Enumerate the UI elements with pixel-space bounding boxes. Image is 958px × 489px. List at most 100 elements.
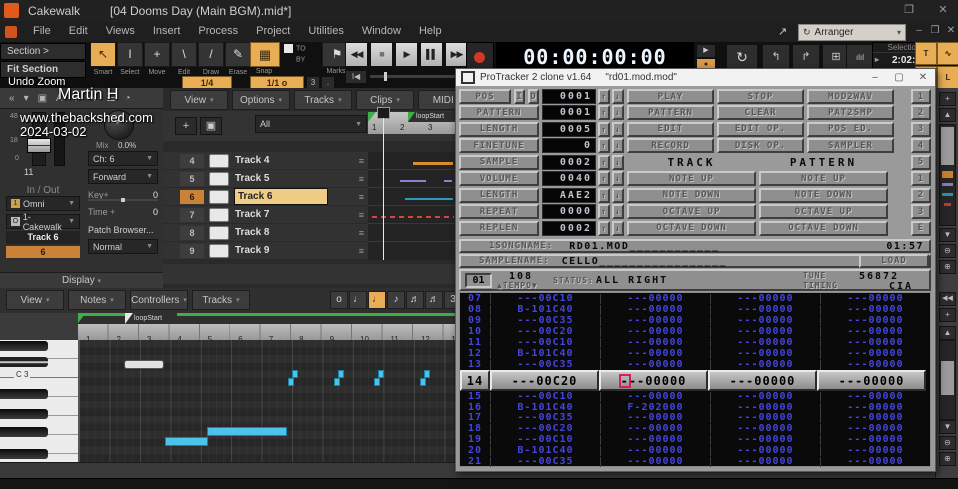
pattern-cell[interactable]: B-101C40 bbox=[490, 349, 600, 359]
pattern-cell[interactable]: ---00000 bbox=[820, 338, 930, 348]
pattern-row[interactable]: 17---00C35---00000---00000---00000 bbox=[460, 413, 930, 424]
zoom-in-icon[interactable]: ⊕ bbox=[939, 452, 956, 466]
pattern-row[interactable]: 21---00C35---00000---00000---00000 bbox=[460, 457, 930, 468]
pattern-cell[interactable]: ---00C35 bbox=[490, 413, 600, 423]
menu-process[interactable]: Process bbox=[189, 22, 247, 42]
pattern-row[interactable]: 16B-101C40F-202000---00000---00000 bbox=[460, 402, 930, 413]
zoom-out-icon[interactable]: ⊖ bbox=[939, 244, 956, 258]
whole-note-button[interactable]: o bbox=[330, 291, 348, 309]
tool-draw[interactable]: /Draw bbox=[198, 42, 224, 76]
zoom-in-icon[interactable]: ⊕ bbox=[939, 260, 956, 274]
pattern-cell[interactable]: ---00000 bbox=[820, 305, 930, 315]
pt-down-arrow-button[interactable]: ↓ bbox=[612, 105, 624, 120]
close-icon[interactable]: ✕ bbox=[930, 2, 956, 19]
scroll-thumb[interactable] bbox=[941, 127, 954, 165]
pt-mod2wav-button[interactable]: MOD2WAV bbox=[807, 89, 894, 104]
pt-key-5-button[interactable]: 5 bbox=[911, 155, 931, 170]
clip-segment[interactable] bbox=[405, 198, 453, 200]
snap-to-by-toggle[interactable]: TO BY bbox=[284, 44, 318, 64]
pt-pat2smp-button[interactable]: PAT2SMP bbox=[807, 105, 894, 120]
pt-up-arrow-button[interactable]: ↑ bbox=[598, 188, 610, 203]
eighth-note-button[interactable]: ♪ bbox=[387, 291, 405, 309]
pt-octave-up-button[interactable]: OCTAVE UP bbox=[759, 204, 888, 219]
pt-down-arrow-button[interactable]: ↓ bbox=[612, 138, 624, 153]
add-track-button[interactable]: + bbox=[175, 117, 197, 135]
track-name[interactable]: Track 4 bbox=[235, 155, 327, 166]
pattern-cell[interactable]: ---00000 bbox=[710, 403, 820, 413]
pattern-cell[interactable]: ---00000 bbox=[710, 392, 820, 402]
track-row[interactable]: 7Track 7≡ bbox=[163, 206, 368, 223]
pt-key-1-button[interactable]: 1 bbox=[911, 171, 931, 186]
pattern-cell[interactable]: ---00000 bbox=[820, 413, 930, 423]
track-name[interactable]: Track 9 bbox=[235, 245, 327, 256]
quarter-note-button[interactable]: ♩ bbox=[368, 291, 386, 309]
pattern-row[interactable]: 08B-101C40---00000---00000---00000 bbox=[460, 305, 930, 316]
piano-black-key[interactable] bbox=[0, 427, 48, 437]
pt-up-arrow-button[interactable]: ↑ bbox=[598, 138, 610, 153]
pt-down-arrow-button[interactable]: ↓ bbox=[612, 188, 624, 203]
clip-segment[interactable] bbox=[444, 180, 452, 182]
punch-out-button[interactable]: ↱ bbox=[792, 44, 820, 71]
snap-by-box[interactable] bbox=[284, 55, 293, 64]
pt-d-button[interactable]: D bbox=[528, 89, 539, 104]
direction-dropdown[interactable]: Forward▼ bbox=[88, 169, 158, 184]
pt-key-e-button[interactable]: E bbox=[911, 221, 931, 236]
chevron-down-icon[interactable]: ▾ bbox=[24, 93, 29, 104]
pattern-cell[interactable]: ---00000 bbox=[710, 338, 820, 348]
pattern-cell[interactable]: ---00C10 bbox=[490, 392, 600, 402]
track-scrollbar[interactable]: ▲ ◀ bbox=[163, 264, 455, 284]
pattern-cell[interactable]: B-101C40 bbox=[490, 305, 600, 315]
section-button[interactable]: Section > bbox=[0, 43, 86, 60]
load-button[interactable]: LOAD bbox=[859, 254, 929, 268]
channel-dropdown[interactable]: Ch: 6▼ bbox=[88, 151, 158, 166]
pattern-row[interactable]: 14---00C20---00000---00000---00000 bbox=[460, 370, 930, 391]
menu-window[interactable]: Window bbox=[353, 22, 410, 42]
track-navigator[interactable] bbox=[939, 124, 956, 226]
time-offset-row[interactable]: Time +0 bbox=[88, 207, 158, 217]
punch-in-button[interactable]: ↰ bbox=[762, 44, 790, 71]
add-button[interactable]: + bbox=[939, 92, 956, 106]
pattern-cell[interactable]: ---00000 bbox=[708, 370, 817, 391]
menu-help[interactable]: Help bbox=[410, 22, 451, 42]
pattern-cell[interactable]: ---00000 bbox=[817, 370, 926, 391]
pattern-cell[interactable]: ---00000 bbox=[710, 413, 820, 423]
pattern-cell[interactable]: ---00000 bbox=[600, 446, 710, 456]
protracker-titlebar[interactable]: ProTracker 2 clone v1.64 "rd01.mod.mod" … bbox=[456, 69, 935, 87]
note[interactable] bbox=[124, 360, 164, 369]
menu-view[interactable]: View▾ bbox=[6, 290, 64, 310]
track-row[interactable]: 6Track 6≡ bbox=[163, 188, 368, 205]
lanes-button[interactable]: L bbox=[937, 66, 958, 89]
pattern-row[interactable]: 07---00C10---00000---00000---00000 bbox=[460, 294, 930, 305]
add-button[interactable]: + bbox=[939, 308, 956, 322]
pt-key-4-button[interactable]: 4 bbox=[911, 138, 931, 153]
pattern-row[interactable]: 12B-101C40---00000---00000---00000 bbox=[460, 348, 930, 359]
piano-black-key[interactable] bbox=[0, 341, 48, 351]
track-row[interactable]: 8Track 8≡ bbox=[163, 224, 368, 241]
pt-down-arrow-button[interactable]: ↓ bbox=[612, 122, 624, 137]
pt-down-arrow-button[interactable]: ↓ bbox=[612, 221, 624, 236]
pattern-cell[interactable]: ---00000 bbox=[710, 349, 820, 359]
input-dropdown[interactable]: 1 Omni▼ bbox=[6, 196, 80, 211]
track-row[interactable]: 5Track 5≡ bbox=[163, 170, 368, 187]
clip-segment[interactable] bbox=[413, 162, 453, 165]
pattern-editor[interactable]: 07---00C10---00000---00000---0000008B-10… bbox=[459, 292, 931, 467]
pattern-row[interactable]: 13---00C35---00000---00000---00000 bbox=[460, 359, 930, 370]
samplename-bar[interactable]: SAMPLENAME: CELLO_________________ LOAD bbox=[459, 254, 931, 268]
pt-octave-down-button[interactable]: OCTAVE DOWN bbox=[627, 221, 756, 236]
pattern-cell[interactable]: ---00000 bbox=[600, 413, 710, 423]
pattern-cell[interactable]: ---00000 bbox=[820, 349, 930, 359]
track-widget-icon[interactable]: ≡ bbox=[359, 156, 364, 166]
tool-edit[interactable]: \Edit bbox=[171, 42, 197, 76]
note[interactable] bbox=[288, 378, 294, 386]
menu-view[interactable]: View▾ bbox=[170, 90, 228, 110]
pattern-cell[interactable]: ---00000 bbox=[600, 305, 710, 315]
tempo-widget[interactable]: ▲TEMPO▼ bbox=[497, 281, 538, 290]
tool-erase[interactable]: ✎Erase bbox=[225, 42, 251, 76]
stop-button[interactable]: ■ bbox=[370, 42, 393, 67]
pattern-cell[interactable]: ---00000 bbox=[820, 435, 930, 445]
menu-insert[interactable]: Insert bbox=[144, 22, 190, 42]
pt-up-arrow-button[interactable]: ↑ bbox=[598, 105, 610, 120]
pattern-cell[interactable]: ---00000 bbox=[710, 435, 820, 445]
copy-icon[interactable]: ▣ bbox=[38, 93, 47, 104]
scroll-down-icon[interactable]: ▼ bbox=[939, 420, 956, 434]
